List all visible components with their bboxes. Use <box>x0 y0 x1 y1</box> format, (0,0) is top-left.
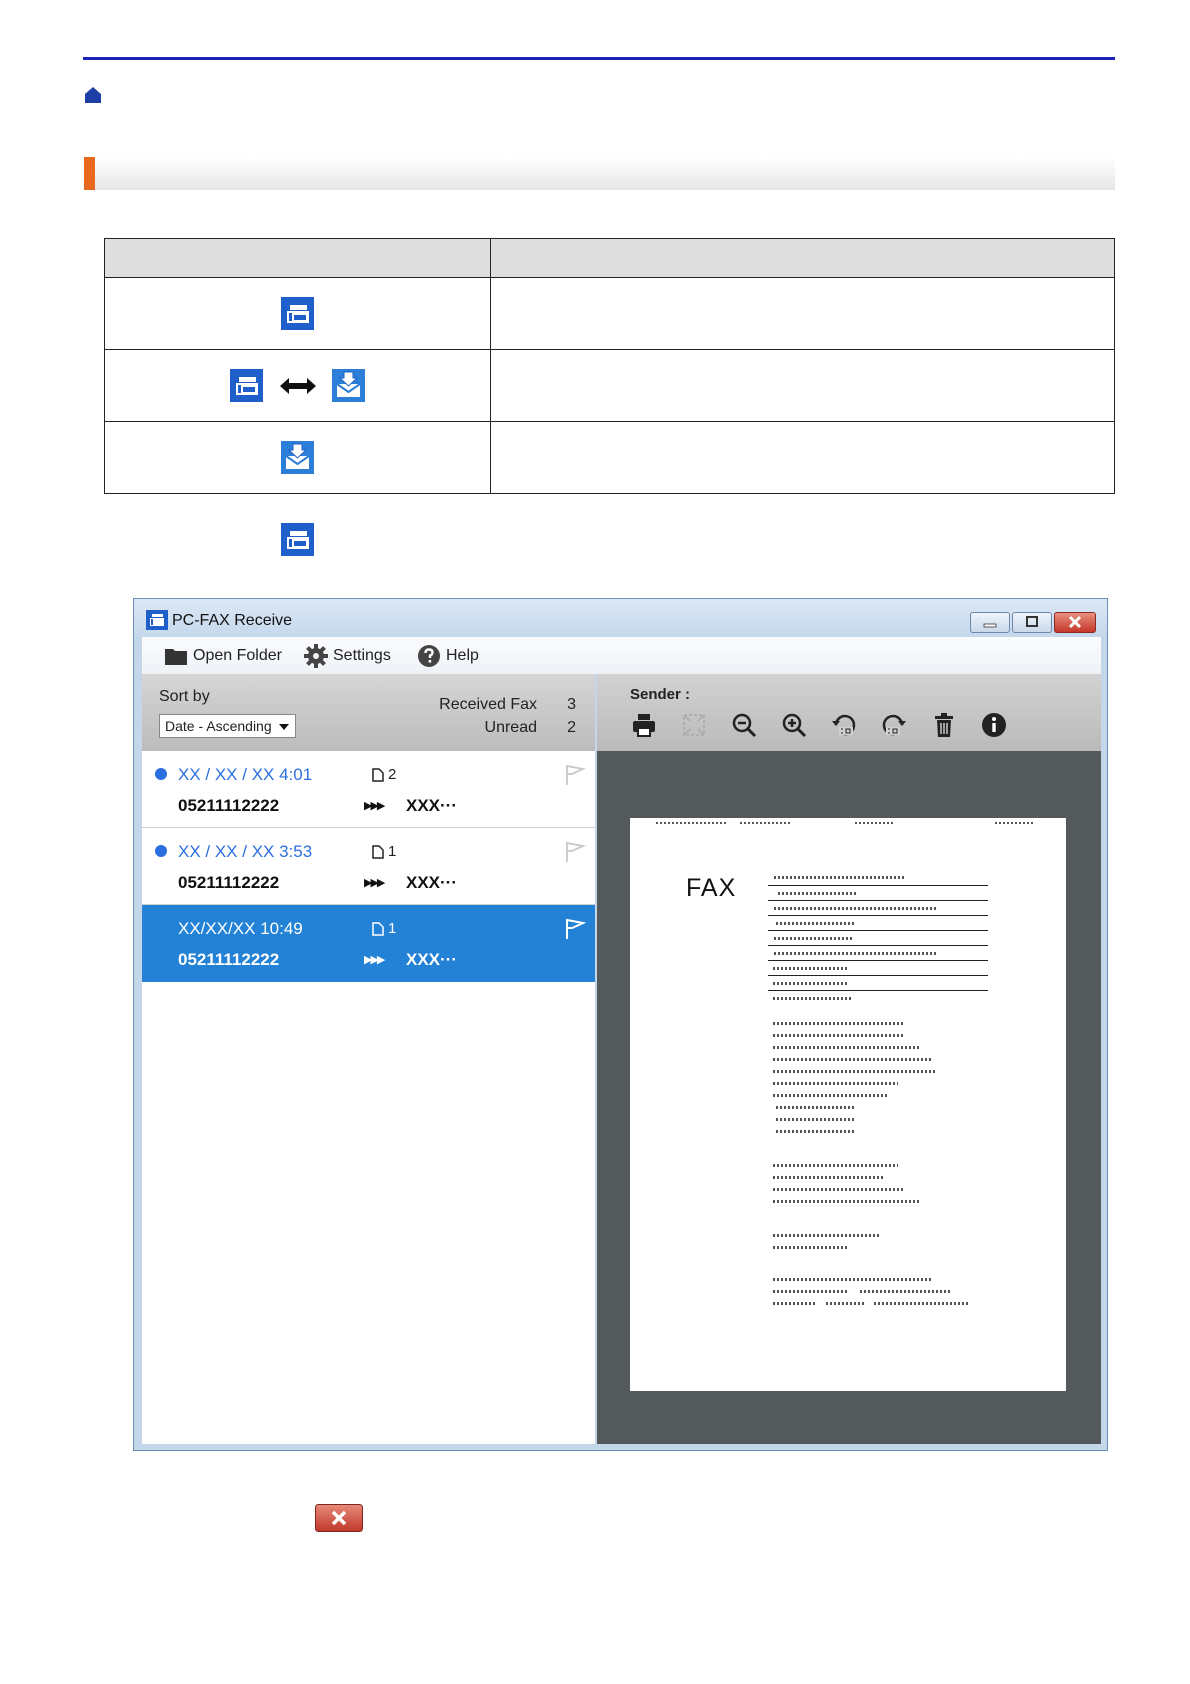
unread-count: 2 <box>567 719 576 736</box>
maximize-button[interactable] <box>1012 612 1052 633</box>
fax-page-count: 1 <box>388 843 397 860</box>
table-row <box>104 349 1115 422</box>
page-icon <box>372 844 384 859</box>
fax-label: FAX <box>686 874 737 902</box>
open-folder-button[interactable]: Open Folder <box>164 637 282 674</box>
fax-page-count: 1 <box>388 920 397 937</box>
minimize-icon <box>983 623 997 628</box>
zoom-in-icon[interactable] <box>780 711 808 739</box>
help-icon <box>418 644 440 667</box>
fax-pages: 1 <box>372 920 396 937</box>
table-header-description <box>490 238 1115 278</box>
pc-fax-receive-standby-icon <box>230 369 264 402</box>
list-header: Sort by Date - Ascending Received Fax 3 … <box>142 674 595 751</box>
page-icon <box>372 767 384 782</box>
section-heading-bar <box>84 157 1115 190</box>
settings-button[interactable]: Settings <box>304 637 391 674</box>
zoom-out-icon[interactable] <box>730 711 758 739</box>
settings-label: Settings <box>333 646 391 664</box>
arrow-right-icon: ▶▶▶ <box>364 954 385 966</box>
arrow-right-icon: ▶▶▶ <box>364 877 385 889</box>
preview-toolbar: Sender : <box>597 674 1101 751</box>
rotate-left-icon[interactable] <box>830 711 858 739</box>
help-label: Help <box>446 646 479 664</box>
chevron-down-icon <box>279 724 289 730</box>
sender-label: Sender : <box>630 686 691 703</box>
icon-cell <box>104 349 491 422</box>
window-titlebar: PC-FAX Receive <box>134 599 1107 637</box>
pc-fax-app-icon <box>146 610 168 630</box>
fax-number: 05211112222 <box>178 950 280 969</box>
double-arrow-icon <box>279 377 316 394</box>
fax-list-item-selected[interactable]: XX/XX/XX 10:49 1 05211112222 ▶▶▶ XXX··· <box>142 905 595 982</box>
unread-label: Unread <box>484 719 537 736</box>
table-header-icon <box>104 238 491 278</box>
fax-sender: XXX··· <box>406 873 457 892</box>
gear-icon <box>304 643 328 668</box>
fax-preview-pane: FAX <box>597 751 1101 1444</box>
folder-icon <box>165 648 187 665</box>
fax-pages: 1 <box>372 843 396 860</box>
sort-select[interactable]: Date - Ascending <box>159 714 296 738</box>
pc-fax-received-icon <box>331 369 365 402</box>
fax-page-count: 2 <box>388 766 397 783</box>
minimize-button[interactable] <box>970 612 1010 633</box>
unread-dot-icon <box>155 845 167 857</box>
fit-page-icon[interactable] <box>680 711 708 739</box>
pc-fax-received-icon <box>281 441 314 474</box>
section-accent <box>84 157 95 190</box>
status-icon-table <box>104 238 1115 494</box>
pc-fax-receive-standby-icon <box>281 297 314 330</box>
flag-icon[interactable] <box>564 764 586 786</box>
fax-page-preview: FAX <box>630 818 1066 1391</box>
sort-by-label: Sort by <box>159 688 210 705</box>
table-row <box>104 421 1115 494</box>
window-title: PC-FAX Receive <box>172 612 293 629</box>
fax-date: XX / XX / XX 4:01 <box>178 765 313 784</box>
close-icon <box>1068 615 1082 629</box>
arrow-right-icon: ▶▶▶ <box>364 800 385 812</box>
fax-date: XX / XX / XX 3:53 <box>178 842 313 861</box>
close-button[interactable] <box>1054 612 1096 633</box>
description-cell <box>490 349 1115 422</box>
rotate-right-icon[interactable] <box>880 711 908 739</box>
fax-number: 05211112222 <box>178 873 280 892</box>
flag-icon[interactable] <box>564 841 586 863</box>
table-header-row <box>104 238 1115 278</box>
fax-date: XX/XX/XX 10:49 <box>178 919 303 938</box>
top-rule <box>83 57 1115 60</box>
description-cell <box>490 421 1115 494</box>
info-icon[interactable] <box>980 711 1008 739</box>
fax-page-header-strip <box>630 820 1066 828</box>
pc-fax-receive-standby-icon <box>281 523 314 556</box>
fax-list-item[interactable]: XX / XX / XX 3:53 1 05211112222 ▶▶▶ XXX·… <box>142 828 595 905</box>
icon-cell <box>104 421 491 494</box>
flag-icon[interactable] <box>564 918 586 940</box>
sort-select-value: Date - Ascending <box>165 718 272 734</box>
received-fax-label: Received Fax <box>439 696 537 713</box>
menu-bar: Open Folder Settings Help <box>142 637 1101 674</box>
fax-sender: XXX··· <box>406 796 457 815</box>
icon-cell <box>104 277 491 350</box>
pc-fax-receive-window: PC-FAX Receive Open Folder Settings Help… <box>133 598 1108 1451</box>
fax-list: XX / XX / XX 4:01 2 05211112222 ▶▶▶ XXX·… <box>142 751 595 1444</box>
description-cell <box>490 277 1115 350</box>
print-icon[interactable] <box>630 711 658 739</box>
unread-dot-icon <box>155 768 167 780</box>
fax-sender: XXX··· <box>406 950 457 969</box>
home-icon[interactable] <box>84 86 102 104</box>
fax-pages: 2 <box>372 766 396 783</box>
fax-list-item[interactable]: XX / XX / XX 4:01 2 05211112222 ▶▶▶ XXX·… <box>142 751 595 828</box>
page-icon <box>372 921 384 936</box>
received-fax-count: 3 <box>567 696 576 713</box>
close-icon <box>315 1504 363 1532</box>
open-folder-label: Open Folder <box>193 646 282 664</box>
table-row <box>104 277 1115 350</box>
maximize-icon <box>1026 616 1038 627</box>
help-button[interactable]: Help <box>417 637 479 674</box>
trash-icon[interactable] <box>930 711 958 739</box>
fax-number: 05211112222 <box>178 796 280 815</box>
